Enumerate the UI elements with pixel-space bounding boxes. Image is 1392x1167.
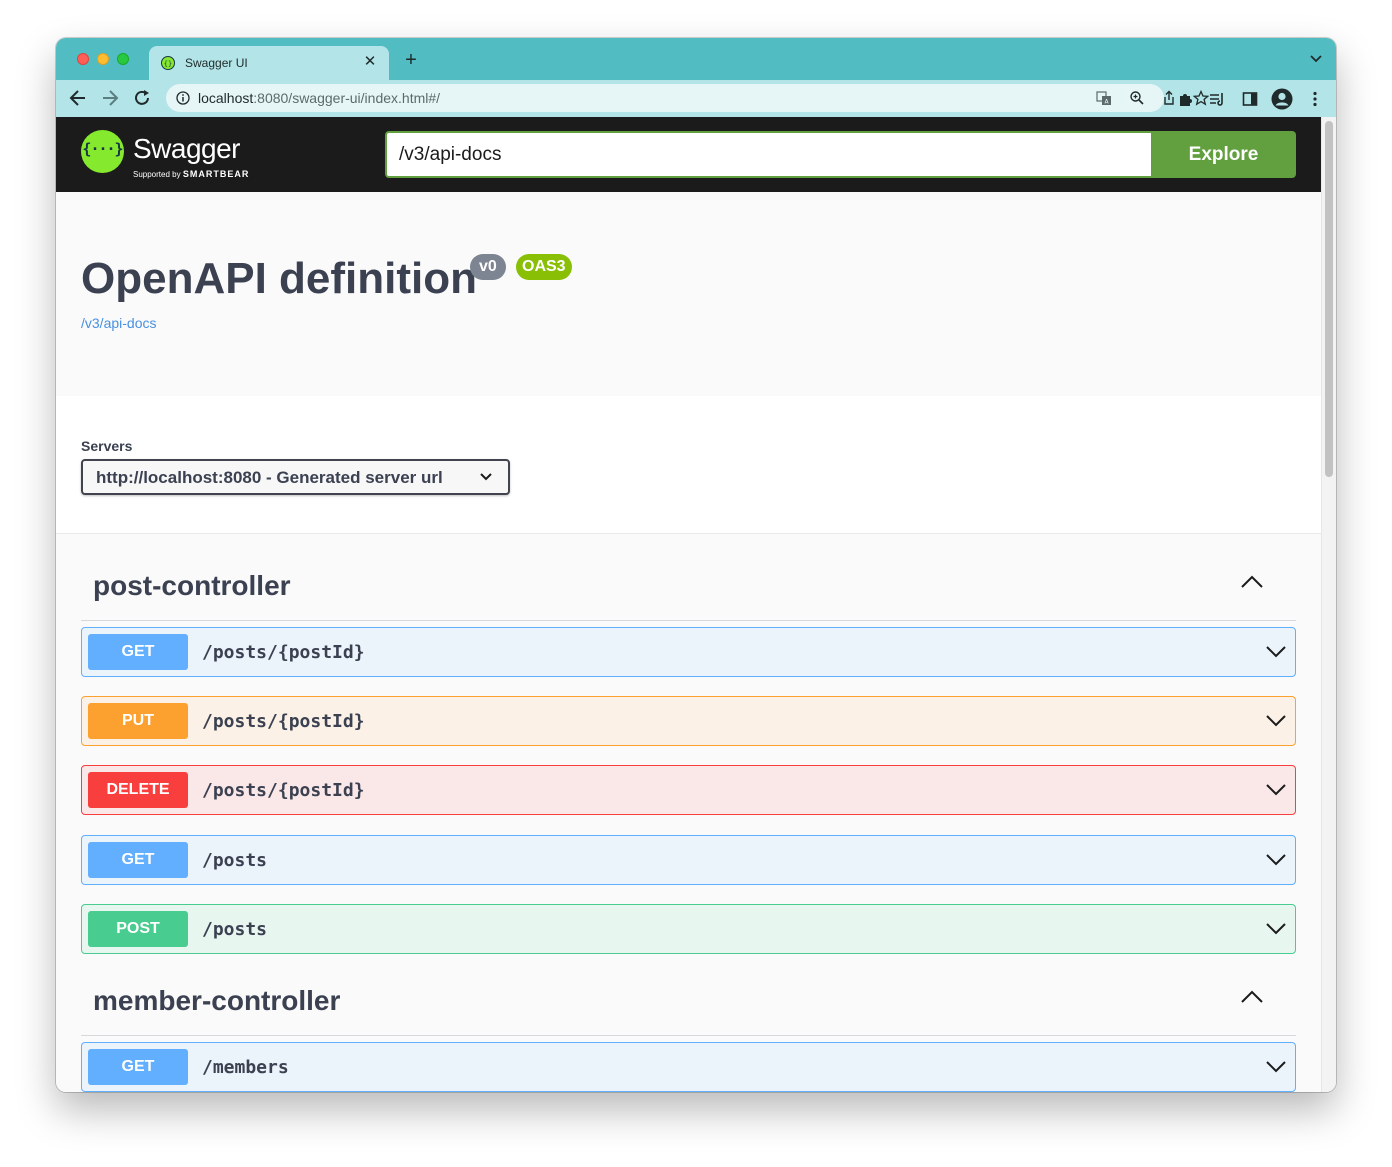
operation-path: /posts/{postId} xyxy=(202,711,365,732)
forward-arrow-icon[interactable] xyxy=(100,88,120,108)
new-tab-icon[interactable]: + xyxy=(401,50,421,70)
smartbear-tagline: Supported by SMARTBEAR xyxy=(133,169,250,179)
reload-icon[interactable] xyxy=(132,88,152,108)
vertical-scrollbar[interactable] xyxy=(1321,117,1336,1092)
side-panel-icon[interactable] xyxy=(1241,90,1259,108)
svg-text:{}: {} xyxy=(164,60,172,68)
operation-get-posts-postid[interactable]: GET /posts/{postId} xyxy=(81,627,1296,677)
operation-post-posts[interactable]: POST /posts xyxy=(81,904,1296,954)
url-text: localhost:8080/swagger-ui/index.html#/ xyxy=(198,90,441,106)
method-badge: GET xyxy=(88,842,188,878)
back-arrow-icon[interactable] xyxy=(68,88,88,108)
close-window-button[interactable] xyxy=(77,53,89,65)
method-badge: DELETE xyxy=(88,772,188,808)
share-icon[interactable] xyxy=(1161,90,1177,106)
swagger-topbar: {···} Swagger Supported by SMARTBEAR /v3… xyxy=(56,117,1321,192)
explore-button[interactable]: Explore xyxy=(1151,131,1296,178)
page-viewport: {···} Swagger Supported by SMARTBEAR /v3… xyxy=(56,117,1321,1092)
browser-window: {} Swagger UI ✕ + localhost:8080/swagger… xyxy=(56,38,1336,1092)
method-badge: GET xyxy=(88,1049,188,1085)
minimize-window-button[interactable] xyxy=(97,53,109,65)
zoom-window-button[interactable] xyxy=(117,53,129,65)
api-info: OpenAPI definition v0 OAS3 /v3/api-docs xyxy=(56,192,1321,397)
servers-selected-value: http://localhost:8080 - Generated server… xyxy=(96,468,443,487)
chevron-down-icon[interactable] xyxy=(1265,853,1287,867)
servers-label: Servers xyxy=(81,438,133,454)
tag-title: member-controller xyxy=(93,985,341,1016)
scrollbar-thumb[interactable] xyxy=(1325,121,1333,477)
spec-link[interactable]: /v3/api-docs xyxy=(81,315,156,331)
spec-url-input[interactable]: /v3/api-docs xyxy=(385,131,1151,178)
operation-get-posts[interactable]: GET /posts xyxy=(81,835,1296,885)
operation-path: /members xyxy=(202,1057,289,1078)
swagger-logo-icon[interactable]: {···} xyxy=(81,130,124,173)
extensions-puzzle-icon[interactable] xyxy=(1177,90,1195,108)
tag-header[interactable]: post-controller xyxy=(81,533,1296,621)
tab-search-chevron-icon[interactable] xyxy=(1310,54,1322,64)
reading-list-icon[interactable] xyxy=(1208,90,1226,108)
method-badge: GET xyxy=(88,634,188,670)
operation-path: /posts/{postId} xyxy=(202,780,365,801)
operation-path: /posts/{postId} xyxy=(202,642,365,663)
operation-path: /posts xyxy=(202,850,268,871)
chevron-down-icon[interactable] xyxy=(1265,1060,1287,1074)
site-info-icon[interactable] xyxy=(176,91,190,105)
chevron-down-icon xyxy=(480,473,492,481)
translate-icon[interactable]: A xyxy=(1096,90,1112,106)
servers-select[interactable]: http://localhost:8080 - Generated server… xyxy=(81,459,510,495)
chevron-down-icon[interactable] xyxy=(1265,645,1287,659)
chevron-up-icon[interactable] xyxy=(1240,990,1264,1004)
swagger-logo-text: Swagger xyxy=(133,133,241,164)
tab-close-icon[interactable]: ✕ xyxy=(361,53,379,71)
browser-toolbar: localhost:8080/swagger-ui/index.html#/ A xyxy=(56,80,1336,118)
chevron-down-icon[interactable] xyxy=(1265,783,1287,797)
zoom-icon[interactable] xyxy=(1129,90,1145,106)
version-badge: v0 xyxy=(470,254,506,280)
tab-title: Swagger UI xyxy=(185,56,248,70)
bookmark-star-icon[interactable] xyxy=(1193,90,1209,106)
tag-title: post-controller xyxy=(93,570,291,601)
profile-avatar-icon[interactable] xyxy=(1271,88,1293,110)
tag-section-post-controller: post-controller GET /posts/{postId} PUT … xyxy=(81,533,1296,954)
oas-badge: OAS3 xyxy=(516,254,572,280)
method-badge: PUT xyxy=(88,703,188,739)
page-title: OpenAPI definition xyxy=(81,254,477,303)
method-badge: POST xyxy=(88,911,188,947)
tag-section-member-controller: member-controller GET /members xyxy=(81,948,1296,1092)
operation-get-members[interactable]: GET /members xyxy=(81,1042,1296,1092)
tab-strip: {} Swagger UI ✕ + xyxy=(56,38,1336,80)
chevron-up-icon[interactable] xyxy=(1240,575,1264,589)
servers-panel: Servers http://localhost:8080 - Generate… xyxy=(56,396,1321,534)
chevron-down-icon[interactable] xyxy=(1265,922,1287,936)
operation-delete-posts-postid[interactable]: DELETE /posts/{postId} xyxy=(81,765,1296,815)
operation-put-posts-postid[interactable]: PUT /posts/{postId} xyxy=(81,696,1296,746)
operation-path: /posts xyxy=(202,919,268,940)
more-menu-icon[interactable] xyxy=(1306,90,1324,108)
chevron-down-icon[interactable] xyxy=(1265,714,1287,728)
tag-header[interactable]: member-controller xyxy=(81,948,1296,1036)
browser-tab-swagger[interactable]: {} Swagger UI ✕ xyxy=(149,46,389,80)
swagger-favicon-icon: {} xyxy=(161,56,175,70)
address-bar[interactable]: localhost:8080/swagger-ui/index.html#/ A xyxy=(166,84,1209,112)
